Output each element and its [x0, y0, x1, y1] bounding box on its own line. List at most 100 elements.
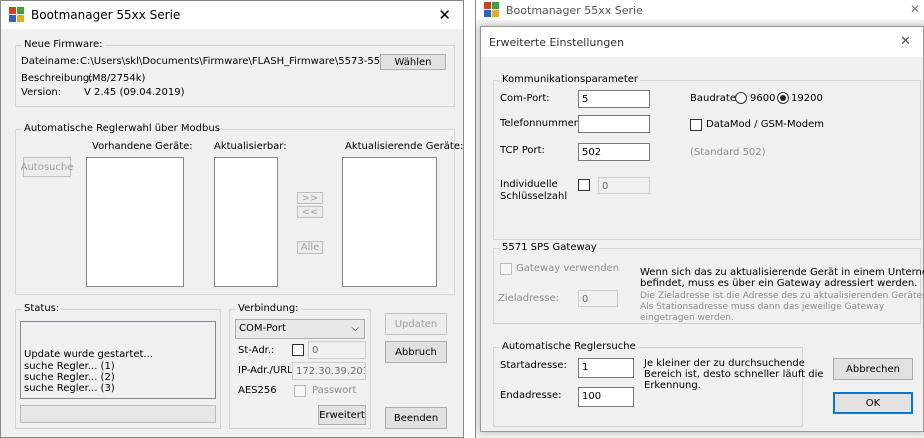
gateway-use-label: Gateway verwenden [516, 263, 620, 274]
ip-address-input[interactable]: 172.30.39.203 [292, 362, 366, 380]
port-select-value: COM-Port [239, 323, 286, 334]
baud-19200-label: 19200 [791, 93, 823, 104]
gateway-info-line1: Wenn sich das zu aktualisierende Gerät i… [640, 267, 924, 278]
search-info-line1: Je kleiner der zu durchsuchende [644, 358, 805, 369]
password-checkbox[interactable] [294, 385, 306, 397]
app-icon [484, 2, 500, 18]
status-group: Status: Update wurde gestartet... suche … [15, 303, 221, 429]
modbus-group: Automatische Reglerwahl über Modbus Auto… [15, 123, 463, 295]
gateway-hint-line2: Als Stationsadresse muss dann das jeweil… [640, 302, 885, 312]
password-label: Passwort [312, 385, 357, 396]
firmware-group-title: Neue Firmware: [22, 39, 105, 51]
add-all-button[interactable]: Alle [297, 241, 323, 254]
add-device-button[interactable]: >> [297, 192, 323, 204]
advanced-button[interactable]: Erweitert [318, 405, 366, 425]
dialog-title-bar: Erweiterte Einstellungen ✕ [481, 27, 923, 57]
station-address-label: St-Adr.: [238, 345, 275, 356]
station-address-input[interactable]: 0 [308, 341, 366, 359]
to-update-label: Aktualisierende Geräte: [345, 141, 464, 152]
search-info-line2: Bereich ist, desto schneller läuft die [644, 369, 824, 380]
close-icon[interactable]: ✕ [900, 34, 911, 49]
firmware-group: Neue Firmware: Dateiname: C:\Users\skl\D… [15, 39, 455, 107]
bootmanager-window: Bootmanager 55xx Serie ✕ Neue Firmware: … [0, 0, 464, 438]
tcp-port-hint: (Standard 502) [690, 147, 766, 158]
gateway-checkbox[interactable] [500, 263, 512, 275]
comport-label: Com-Port: [500, 93, 550, 104]
search-group: Automatische Reglersuche Startadresse: 1… [493, 341, 824, 427]
tcp-port-label: TCP Port: [500, 145, 545, 156]
chevron-down-icon: ⌵ [351, 323, 359, 334]
communication-group: Kommunikationsparameter Com-Port: 5 Baud… [493, 74, 921, 240]
update-button[interactable]: Updaten [385, 313, 447, 335]
app-icon [9, 7, 25, 23]
background-title-bar: Bootmanager 55xx Serie ✕ [476, 0, 924, 20]
dialog-title: Erweiterte Einstellungen [489, 35, 625, 49]
target-address-label: Zieladresse: [498, 293, 560, 304]
connection-group-title: Verbindung: [236, 303, 301, 315]
end-address-label: Endadresse: [500, 390, 562, 401]
connection-group: Verbindung: COM-Port ⌵ St-Adr.: 0 IP-Adr… [229, 303, 371, 429]
start-address-label: Startadresse: [500, 360, 567, 371]
ok-button[interactable]: OK [833, 392, 913, 414]
exit-button[interactable]: Beenden [385, 407, 447, 429]
start-address-input[interactable]: 1 [578, 358, 634, 378]
window-title: Bootmanager 55xx Serie [31, 8, 181, 22]
status-line: suche Regler... (3) [24, 383, 115, 394]
advanced-settings-dialog: Erweiterte Einstellungen ✕ Kommunikation… [480, 26, 924, 432]
status-line: suche Regler... (2) [24, 372, 115, 383]
baud-9600-radio[interactable] [735, 92, 747, 104]
baud-19200-radio[interactable] [777, 92, 789, 104]
version-value: V 2.45 (09.04.2019) [84, 87, 185, 98]
phone-input[interactable] [578, 115, 650, 133]
gateway-hint-line1: Die Zieladresse ist die Adresse des zu a… [640, 291, 924, 301]
remove-device-button[interactable]: << [297, 206, 323, 218]
status-log: Update wurde gestartet... suche Regler..… [20, 321, 216, 399]
gateway-hint-line3: eingetragen werden. [640, 313, 734, 323]
tcp-port-input[interactable]: 502 [578, 143, 650, 161]
to-update-list[interactable] [342, 157, 437, 287]
end-address-input[interactable]: 100 [578, 387, 634, 407]
background-window-title: Bootmanager 55xx Serie [506, 3, 643, 17]
existing-devices-label: Vorhandene Geräte: [92, 141, 193, 152]
port-select[interactable]: COM-Port ⌵ [235, 319, 365, 339]
datamod-label: DataMod / GSM-Modem [706, 119, 825, 130]
aes-label: AES256 [238, 385, 277, 396]
baud-9600-label: 9600 [750, 93, 776, 104]
filename-value: C:\Users\skl\Documents\Firmware\FLASH_Fi… [80, 56, 405, 67]
abort-button[interactable]: Abbruch [385, 341, 447, 363]
existing-devices-list[interactable] [86, 157, 184, 287]
search-group-title: Automatische Reglersuche [500, 341, 638, 353]
key-input[interactable]: 0 [598, 177, 650, 194]
version-label: Version: [21, 87, 62, 98]
title-bar: Bootmanager 55xx Serie ✕ [1, 1, 463, 29]
status-group-title: Status: [22, 303, 62, 315]
gateway-group-title: 5571 SPS Gateway [500, 242, 599, 254]
station-address-checkbox[interactable] [292, 344, 304, 356]
baudrate-label: Baudrate: [690, 93, 740, 104]
description-value: (M8/2754k) [88, 73, 146, 84]
updatable-list[interactable] [214, 157, 278, 287]
progress-bar [20, 405, 216, 423]
search-info-line3: Erkennung. [644, 380, 701, 391]
key-label-line1: Individuelle [500, 179, 558, 190]
autosearch-button[interactable]: Autosuche [21, 157, 73, 177]
gateway-group: 5571 SPS Gateway Gateway verwenden Wenn … [493, 242, 924, 324]
modbus-group-title: Automatische Reglerwahl über Modbus [22, 123, 222, 135]
close-icon[interactable]: ✕ [438, 6, 451, 24]
key-checkbox[interactable] [578, 179, 590, 191]
phone-label: Telefonnummer: [500, 118, 582, 129]
communication-group-title: Kommunikationsparameter [500, 74, 641, 86]
comport-input[interactable]: 5 [578, 90, 650, 108]
datamod-checkbox[interactable] [690, 119, 702, 131]
filename-label: Dateiname: [21, 56, 80, 67]
choose-file-button[interactable]: Wählen [380, 54, 446, 70]
status-line: Update wurde gestartet... [24, 349, 153, 360]
status-line: suche Regler... (1) [24, 361, 115, 372]
description-label: Beschreibung: [21, 73, 93, 84]
updatable-label: Aktualisierbar: [214, 141, 287, 152]
close-icon: ✕ [909, 2, 920, 16]
target-address-input[interactable]: 0 [578, 290, 618, 307]
ip-address-label: IP-Adr./URL [238, 365, 293, 376]
cancel-button[interactable]: Abbrechen [833, 358, 913, 380]
key-label-line2: Schlüsselzahl [500, 191, 568, 202]
